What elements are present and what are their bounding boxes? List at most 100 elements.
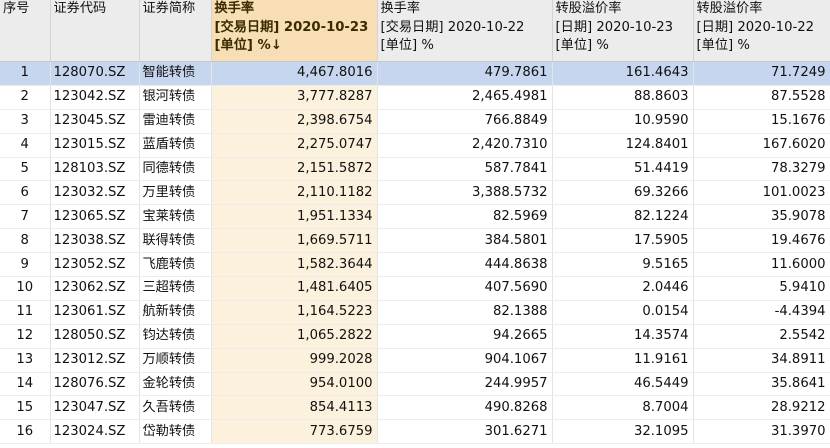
cell-col-name: 万顺转债 xyxy=(139,348,212,373)
header-col-premium-1022[interactable]: 转股溢价率 [日期] 2020-10-22 [单位] % xyxy=(693,0,830,62)
cell-col-index: 12 xyxy=(0,324,51,349)
table-row[interactable]: 6 123032.SZ 万里转债 2,110.1182 3,388.5732 69.326… xyxy=(0,180,830,206)
cell-col-index: 2 xyxy=(0,85,51,110)
cell-col-name: 万里转债 xyxy=(139,180,212,206)
table-row[interactable]: 16 123024.SZ 岱勒转债 773.6759 301.6271 32.1095 31… xyxy=(0,419,830,445)
cell-col-premium-1023: 69.3266 xyxy=(552,180,694,206)
cell-col-premium-1022: 19.4676 xyxy=(693,228,830,254)
header-line: 转股溢价率 xyxy=(696,1,763,16)
header-line: [单位] %↓ xyxy=(214,38,282,53)
table-row[interactable]: 4 123015.SZ 蓝盾转债 2,275.0747 2,420.7310 124.84… xyxy=(0,133,830,158)
header-line: 转股溢价率 xyxy=(555,1,622,16)
cell-col-premium-1022: 11.6000 xyxy=(693,252,830,278)
cell-col-premium-1022: 35.9078 xyxy=(693,204,830,230)
cell-col-code: 123012.SZ xyxy=(50,348,140,373)
cell-col-premium-1023: 51.4419 xyxy=(552,157,694,182)
cell-col-premium-1023: 32.1095 xyxy=(552,419,694,445)
cell-col-premium-1022: 101.0023 xyxy=(693,180,830,206)
table-row[interactable]: 15 123047.SZ 久吾转债 854.4113 490.8268 8.7004 28.… xyxy=(0,395,830,421)
cell-col-premium-1023: 9.5165 xyxy=(552,252,694,278)
header-col-name[interactable]: 证券简称 xyxy=(139,0,212,62)
cell-col-index: 3 xyxy=(0,109,51,134)
header-line: [交易日期] 2020-10-23 xyxy=(214,19,369,35)
cell-col-premium-1022: 34.8911 xyxy=(693,348,830,373)
cell-col-name: 雷迪转债 xyxy=(139,109,212,134)
header-col-code[interactable]: 证券代码 xyxy=(50,0,140,62)
cell-col-turnover-1022: 94.2665 xyxy=(377,324,553,349)
cell-col-turnover-1023: 2,151.5872 xyxy=(211,157,378,182)
cell-col-premium-1023: 2.0446 xyxy=(552,276,694,301)
cell-col-code: 123062.SZ xyxy=(50,276,140,301)
cell-col-turnover-1023: 854.4113 xyxy=(211,395,378,421)
header-col-turnover-1023[interactable]: 换手率 [交易日期] 2020-10-23 [单位] %↓ xyxy=(211,0,378,62)
cell-col-premium-1023: 88.8603 xyxy=(552,85,694,110)
cell-col-premium-1023: 11.9161 xyxy=(552,348,694,373)
cell-col-name: 智能转债 xyxy=(139,61,212,86)
cell-col-premium-1023: 161.4643 xyxy=(552,61,694,86)
table-row[interactable]: 7 123065.SZ 宝莱转债 1,951.1334 82.5969 82.1224 35… xyxy=(0,204,830,230)
header-line: [交易日期] 2020-10-22 xyxy=(380,19,525,35)
cell-col-premium-1022: 2.5542 xyxy=(693,324,830,349)
cell-col-premium-1023: 8.7004 xyxy=(552,395,694,421)
cell-col-premium-1022: 28.9212 xyxy=(693,395,830,421)
cell-col-code: 123045.SZ xyxy=(50,109,140,134)
cell-col-turnover-1023: 1,582.3644 xyxy=(211,252,378,278)
cell-col-index: 14 xyxy=(0,372,51,397)
cell-col-name: 宝莱转债 xyxy=(139,204,212,230)
cell-col-premium-1023: 124.8401 xyxy=(552,133,694,158)
cell-col-turnover-1022: 2,465.4981 xyxy=(377,85,553,110)
cell-col-name: 银河转债 xyxy=(139,85,212,110)
cell-col-name: 金轮转债 xyxy=(139,372,212,397)
cell-col-premium-1022: 5.9410 xyxy=(693,276,830,301)
cell-col-turnover-1023: 773.6759 xyxy=(211,419,378,445)
cell-col-turnover-1023: 1,951.1334 xyxy=(211,204,378,230)
cell-col-index: 8 xyxy=(0,228,51,254)
table-row[interactable]: 2 123042.SZ 银河转债 3,777.8287 2,465.4981 88.860… xyxy=(0,85,830,110)
cell-col-turnover-1022: 587.7841 xyxy=(377,157,553,182)
cell-col-turnover-1022: 2,420.7310 xyxy=(377,133,553,158)
cell-col-turnover-1022: 82.5969 xyxy=(377,204,553,230)
table-row[interactable]: 5 128103.SZ 同德转债 2,151.5872 587.7841 51.4419 7… xyxy=(0,157,830,182)
table-row[interactable]: 10 123062.SZ 三超转债 1,481.6405 407.5690 2.0446 5… xyxy=(0,276,830,301)
table-row[interactable]: 11 123061.SZ 航新转债 1,164.5223 82.1388 0.0154 -4… xyxy=(0,300,830,325)
header-line: 换手率 xyxy=(214,1,255,16)
cell-col-turnover-1022: 490.8268 xyxy=(377,395,553,421)
cell-col-name: 联得转债 xyxy=(139,228,212,254)
cell-col-name: 钧达转债 xyxy=(139,324,212,349)
cell-col-turnover-1023: 4,467.8016 xyxy=(211,61,378,86)
cell-col-turnover-1023: 3,777.8287 xyxy=(211,85,378,110)
cell-col-premium-1022: 31.3970 xyxy=(693,419,830,445)
cell-col-turnover-1023: 954.0100 xyxy=(211,372,378,397)
cell-col-premium-1023: 0.0154 xyxy=(552,300,694,325)
cell-col-name: 同德转债 xyxy=(139,157,212,182)
table-row[interactable]: 14 128076.SZ 金轮转债 954.0100 244.9957 46.5449 35… xyxy=(0,372,830,397)
cell-col-turnover-1022: 3,388.5732 xyxy=(377,180,553,206)
cell-col-index: 1 xyxy=(0,61,51,86)
cell-col-turnover-1022: 301.6271 xyxy=(377,419,553,445)
cell-col-premium-1022: 87.5528 xyxy=(693,85,830,110)
cell-col-index: 4 xyxy=(0,133,51,158)
header-line: [日期] 2020-10-22 xyxy=(696,19,815,35)
cell-col-code: 128076.SZ xyxy=(50,372,140,397)
cell-col-code: 128070.SZ xyxy=(50,61,140,86)
table-row[interactable]: 1 128070.SZ 智能转债 4,467.8016 479.7861 161.4643… xyxy=(0,61,830,86)
cell-col-premium-1022: -4.4394 xyxy=(693,300,830,325)
cell-col-name: 久吾转债 xyxy=(139,395,212,421)
table-row[interactable]: 8 123038.SZ 联得转债 1,669.5711 384.5801 17.5905 1… xyxy=(0,228,830,254)
table-row[interactable]: 9 123052.SZ 飞鹿转债 1,582.3644 444.8638 9.5165 11… xyxy=(0,252,830,278)
cell-col-code: 123038.SZ xyxy=(50,228,140,254)
cell-col-index: 13 xyxy=(0,348,51,373)
cell-col-premium-1022: 35.8641 xyxy=(693,372,830,397)
table-row[interactable]: 13 123012.SZ 万顺转债 999.2028 904.1067 11.9161 34… xyxy=(0,348,830,373)
table-row[interactable]: 12 128050.SZ 钧达转债 1,065.2822 94.2665 14.3574 2… xyxy=(0,324,830,349)
header-col-turnover-1022[interactable]: 换手率 [交易日期] 2020-10-22 [单位] % xyxy=(377,0,553,62)
cell-col-turnover-1023: 1,164.5223 xyxy=(211,300,378,325)
table-row[interactable]: 3 123045.SZ 雷迪转债 2,398.6754 766.8849 10.9590 1… xyxy=(0,109,830,134)
cell-col-code: 123015.SZ xyxy=(50,133,140,158)
cell-col-turnover-1022: 244.9957 xyxy=(377,372,553,397)
cell-col-premium-1022: 15.1676 xyxy=(693,109,830,134)
header-col-index[interactable]: 序号 xyxy=(0,0,51,62)
header-col-premium-1023[interactable]: 转股溢价率 [日期] 2020-10-23 [单位] % xyxy=(552,0,694,62)
cell-col-index: 5 xyxy=(0,157,51,182)
cell-col-code: 128050.SZ xyxy=(50,324,140,349)
